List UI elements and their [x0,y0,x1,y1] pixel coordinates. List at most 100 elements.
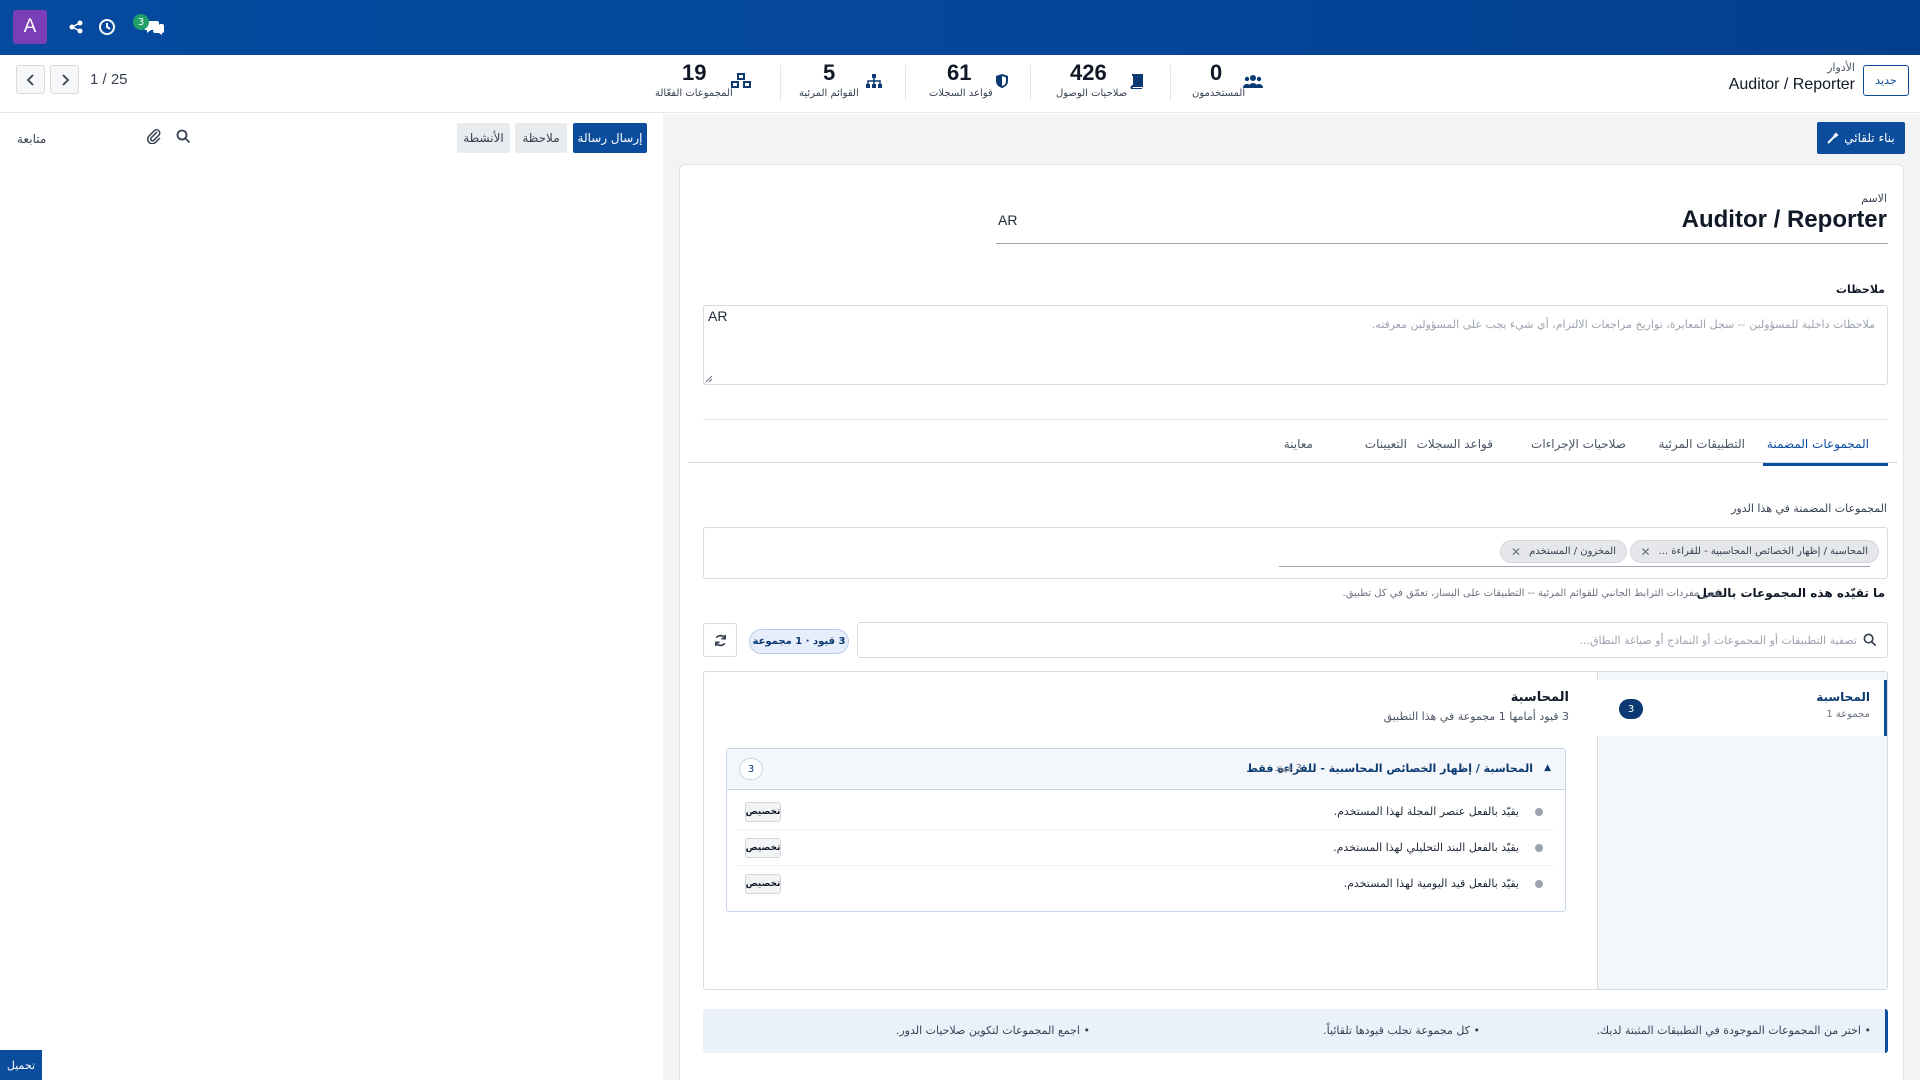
stat-label: المجموعات الفعّالة [655,88,733,99]
notes-textarea[interactable]: ملاحظات داخلية للمسؤولين -- سجل المعايرة… [703,305,1888,385]
rule-text: يقيّد بالفعل عنصر المجلة لهذا المستخدم. [1333,805,1519,818]
stat-separator [905,65,906,101]
stat-number: 0 [1210,60,1223,85]
sidebar-item-accounting[interactable]: المحاسبة 1 مجموعة 3 [1597,680,1887,736]
stat-users[interactable]: 0 المستخدمون [1190,58,1300,108]
stat-label: القوائم المرئية [799,88,859,99]
paperclip-icon[interactable] [146,128,162,148]
hint-bar: • اختر من المجموعات الموجودة في التطبيقا… [703,1009,1888,1053]
pager-value[interactable]: 1 / 25 [90,71,128,88]
tab-record-rules[interactable]: قواعد السجلات [1417,437,1493,451]
stat-label: المستخدمون [1192,88,1246,99]
resize-handle-icon[interactable] [705,375,713,383]
group-tag-label: المحاسبة / إظهار الخصائص المحاسبية - للق… [1658,546,1868,557]
notes-placeholder: ملاحظات داخلية للمسؤولين -- سجل المعايرة… [1371,318,1875,331]
group-card-badge: 3 [739,758,763,780]
stat-separator [1170,65,1171,101]
follow-button[interactable]: متابعة [17,132,46,146]
apps-sidebar: المحاسبة 1 مجموعة 3 [1597,672,1887,989]
sitemap-icon [863,70,885,92]
app-detail-title: المحاسبة [1510,690,1569,705]
bullet-dot [1535,844,1543,852]
rule-row: يقيّد بالفعل البند التحليلي لهذا المستخد… [737,830,1555,866]
chatter-panel: إرسال رسالة ملاحظة الأنشطة متابعة [0,114,663,1080]
control-panel: 1 / 25 0 المستخدمون 426 صلاحيات الوصول 6… [0,55,1920,113]
stat-record-rules[interactable]: 61 قواعد السجلات [915,58,1015,108]
notes-language-tag[interactable]: AR [708,308,727,324]
stat-number: 61 [947,60,972,85]
hint-item: • كل مجموعة تجلب قيودها تلقائياً. [1323,1024,1480,1037]
rule-row: يقيّد بالفعل عنصر المجلة لهذا المستخدم. … [737,794,1555,830]
remove-tag-icon[interactable]: ✕ [1511,545,1521,559]
log-note-button[interactable]: ملاحظة [515,123,567,153]
search-placeholder: تصفية التطبيقات أو المجموعات أو النماذج … [1579,634,1857,647]
apps-split-panel: المحاسبة 1 مجموعة 3 المحاسبة 3 قيود أمام… [703,671,1888,990]
tab-preview[interactable]: معاينة [1284,437,1313,451]
book-icon [1126,70,1148,92]
form-sheet: الاسم Auditor / Reporter AR ملاحظات ملاح… [679,164,1904,1080]
refresh-button[interactable] [703,623,737,657]
tab-assignments[interactable]: التعيينات [1365,437,1407,451]
stat-active-groups[interactable]: 19 المجموعات الفعّالة [650,58,770,108]
notes-label: ملاحظات [1836,283,1885,296]
stat-separator [780,65,781,101]
customize-button[interactable]: تخصيص [745,838,781,858]
caret-up-icon[interactable]: ▲ [1544,763,1551,773]
rule-text: يقيّد بالفعل البند التحليلي لهذا المستخد… [1333,841,1519,854]
group-tag-inventory[interactable]: المخزون / المستخدم ✕ [1500,540,1627,563]
role-name-input[interactable]: Auditor / Reporter [1682,206,1887,234]
stat-label: قواعد السجلات [929,88,993,99]
users-icon [1242,70,1264,92]
breadcrumb-parent[interactable]: الأدوار [1827,61,1855,74]
stat-number: 19 [682,60,707,85]
pager-previous-button[interactable] [16,65,45,94]
activities-button[interactable]: الأنشطة [457,123,510,153]
name-field-underline [996,243,1888,244]
remove-tag-icon[interactable]: ✕ [1641,545,1651,559]
customize-button[interactable]: تخصيص [745,802,781,822]
notebook-tabs: المجموعات المضمنة التطبيقات المرئية صلاح… [703,419,1888,466]
stat-separator [1030,65,1031,101]
translate-language-tag[interactable]: AR [998,212,1017,228]
clock-icon[interactable] [96,16,118,38]
top-navbar: A 3 [0,0,1920,55]
chevron-left-icon [26,73,34,86]
group-tag-accounting[interactable]: المحاسبة / إظهار الخصائص المحاسبية - للق… [1629,540,1879,563]
user-avatar[interactable]: A [13,10,47,44]
tab-action-permissions[interactable]: صلاحيات الإجراءات [1531,437,1626,451]
cubes-icon [730,70,752,92]
rule-row: يقيّد بالفعل قيد اليومية لهذا المستخدم. … [737,866,1555,902]
customize-button[interactable]: تخصيص [745,874,781,894]
tabs-divider [688,462,1898,463]
hint-item: • اختر من المجموعات الموجودة في التطبيقا… [1596,1024,1871,1037]
bullet-dot [1535,808,1543,816]
auto-build-label: بناء تلقائي [1844,131,1895,145]
stat-number: 5 [823,60,836,85]
share-nodes-icon[interactable] [65,16,87,38]
magic-wand-icon [1827,132,1840,144]
groups-many2many-field[interactable]: المحاسبة / إظهار الخصائص المحاسبية - للق… [703,527,1888,579]
refresh-icon [714,634,726,646]
group-card-rule-count: 3 قيود [1275,763,1302,774]
rule-text: يقيّد بالفعل قيد اليومية لهذا المستخدم. [1343,877,1519,890]
stat-visible-menus[interactable]: 5 القوائم المرئية [790,58,895,108]
upload-button[interactable]: تحميل [0,1050,42,1080]
group-card-header[interactable]: ▲ المحاسبة / إظهار الخصائص المحاسبية - ل… [727,749,1565,790]
restrictions-subtitle: نفس مفردات الترابط الجانبي للقوائم المرئ… [1342,588,1723,599]
group-card: ▲ المحاسبة / إظهار الخصائص المحاسبية - ل… [726,748,1566,912]
group-tag-label: المخزون / المستخدم [1529,546,1616,557]
included-groups-label: المجموعات المضمنة في هذا الدور [1731,502,1887,515]
auto-build-button[interactable]: بناء تلقائي [1817,122,1905,154]
breadcrumb-current: Auditor / Reporter [1728,76,1855,93]
tab-visible-apps[interactable]: التطبيقات المرئية [1659,437,1745,451]
new-button[interactable]: جديد [1863,65,1909,96]
name-label: الاسم [1861,192,1887,205]
stat-access-rights[interactable]: 426 صلاحيات الوصول [1050,58,1160,108]
filter-search-input[interactable]: تصفية التطبيقات أو المجموعات أو النماذج … [857,622,1888,658]
hint-item: • اجمع المجموعات لتكوين صلاحيات الدور. [895,1024,1090,1037]
tab-included-groups[interactable]: المجموعات المضمنة [1767,437,1869,451]
pager-next-button[interactable] [50,65,79,94]
search-icon[interactable] [176,129,191,148]
send-message-button[interactable]: إرسال رسالة [573,123,647,153]
sidebar-item-subtitle: 1 مجموعة [1826,709,1870,720]
